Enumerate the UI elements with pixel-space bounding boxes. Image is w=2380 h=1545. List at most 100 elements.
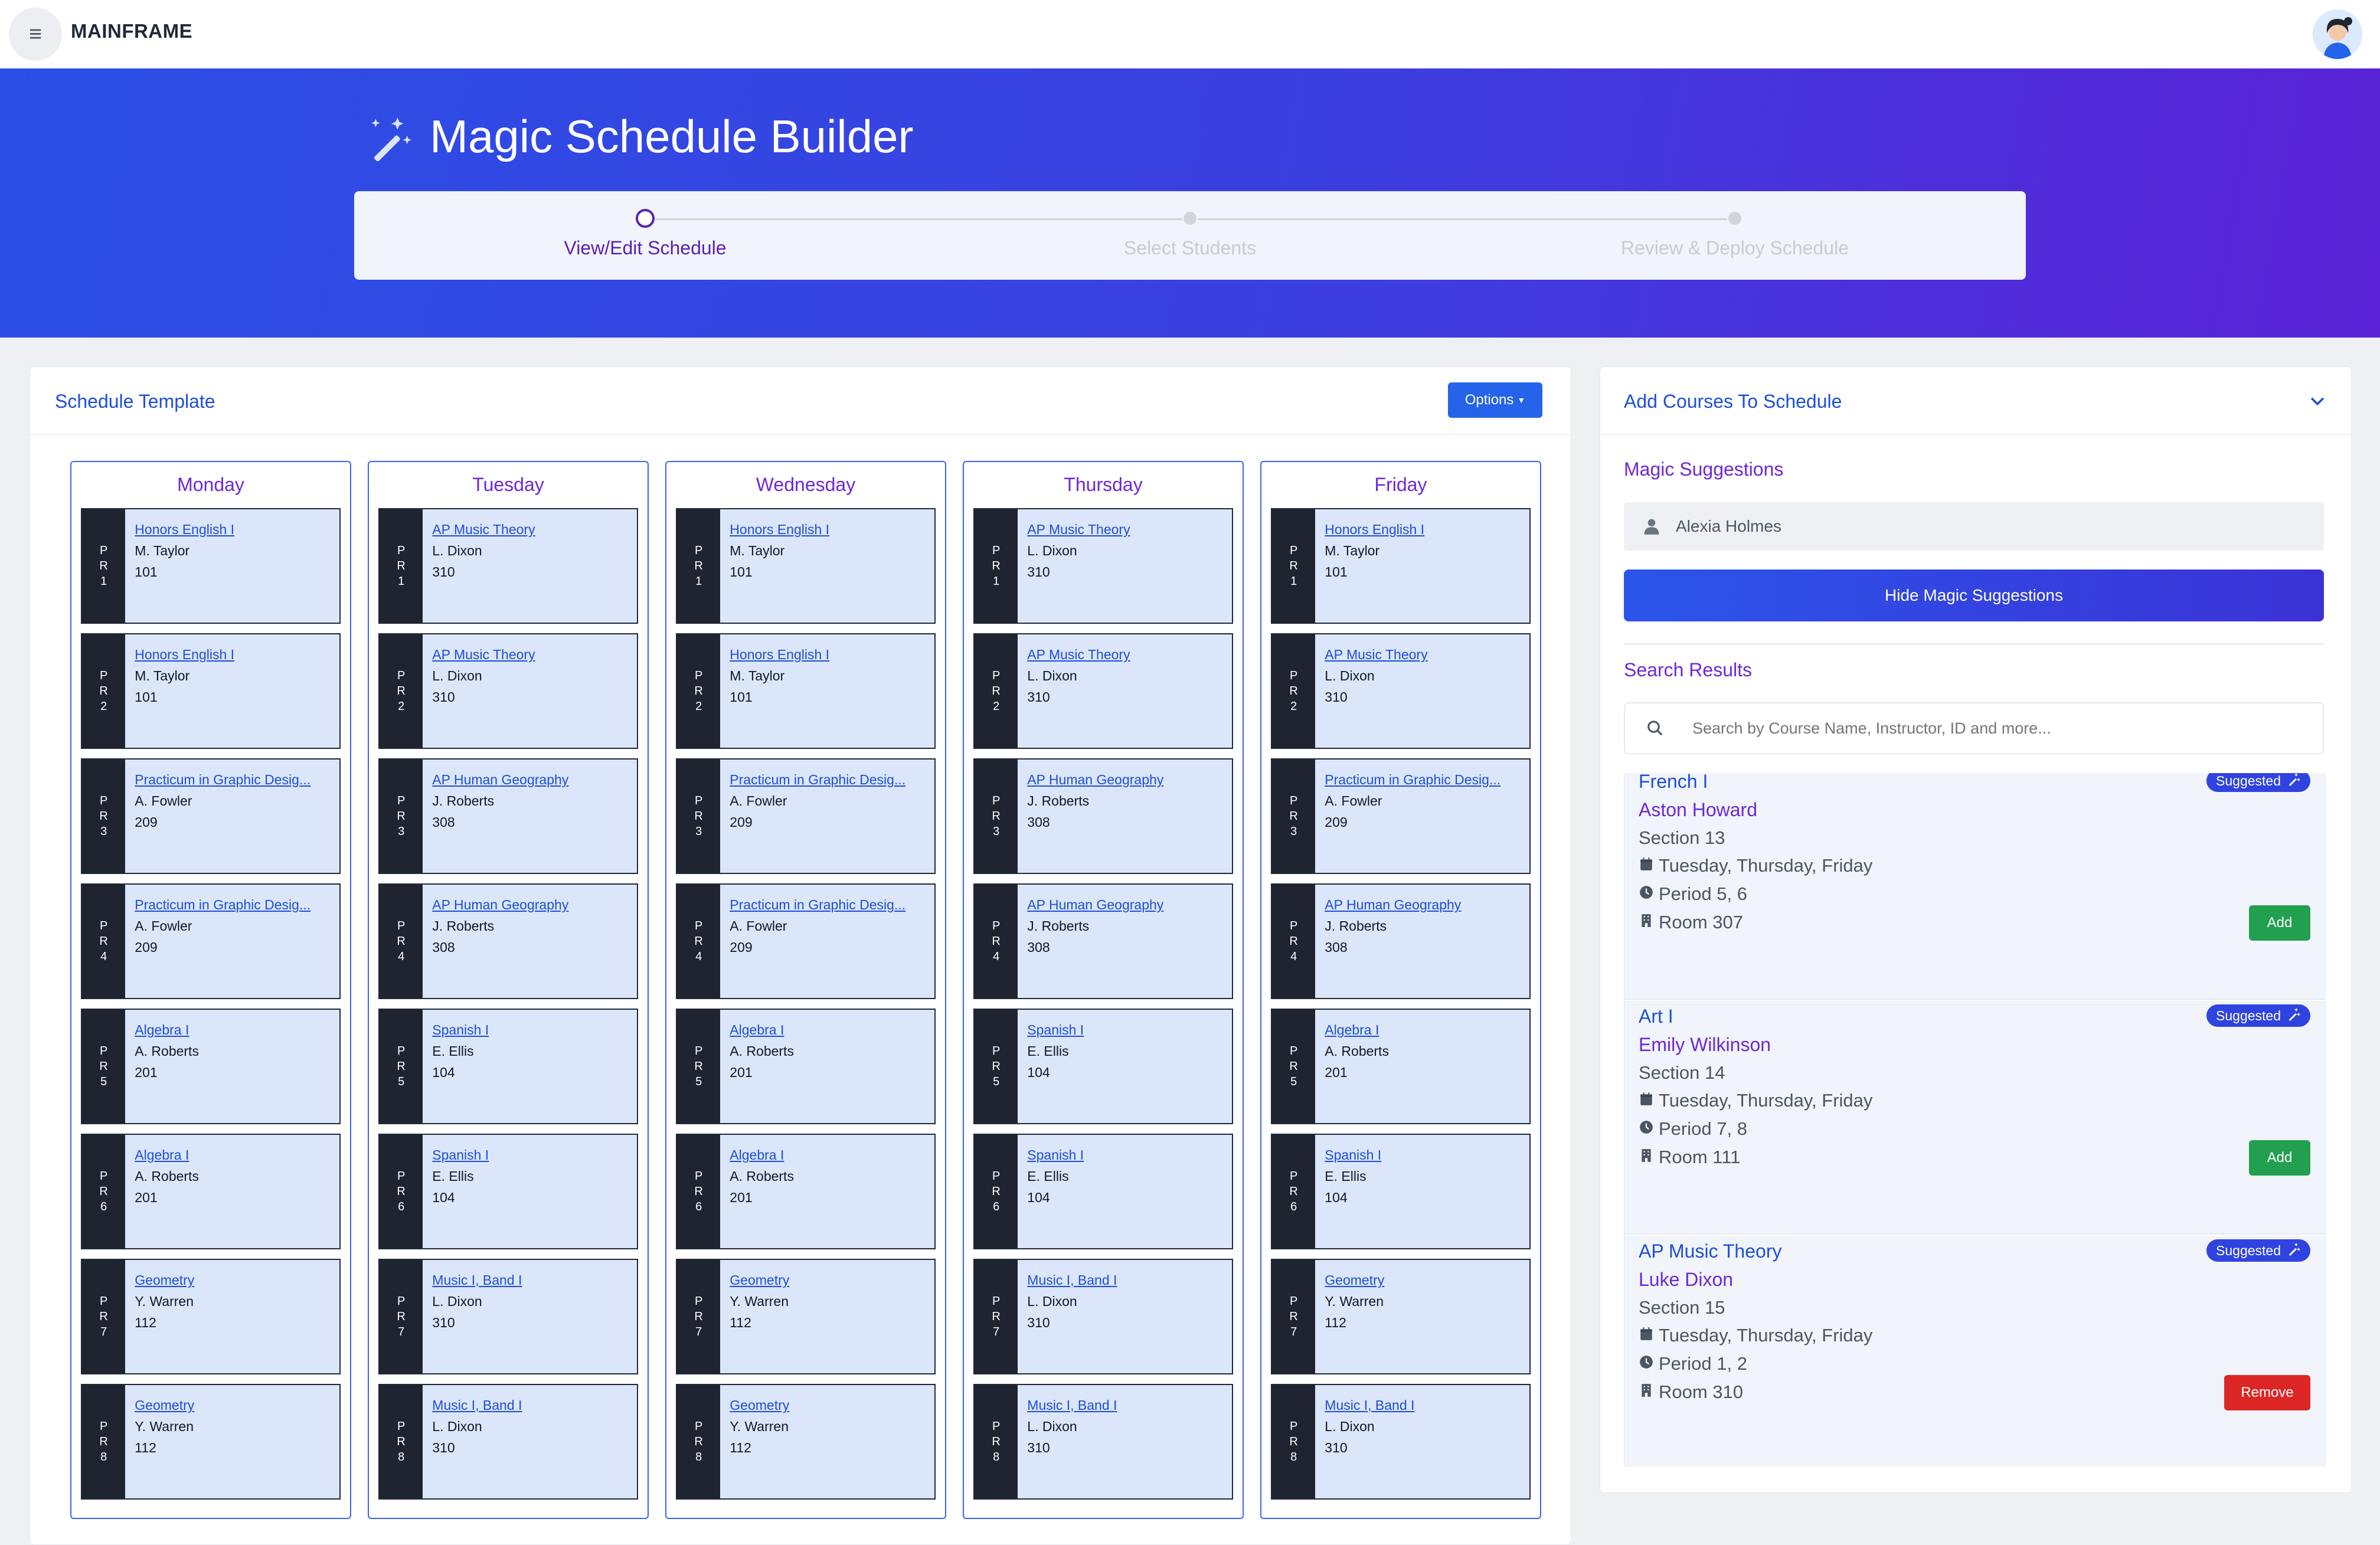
course-link[interactable]: Honors English I — [135, 644, 339, 665]
course-link[interactable]: AP Human Geography — [432, 769, 637, 790]
period-cell[interactable]: P R 8 Music I, Band I L. Dixon 310 — [973, 1384, 1233, 1500]
period-cell[interactable]: P R 1 AP Music Theory L. Dixon 310 — [973, 508, 1233, 624]
period-cell[interactable]: P R 3 Practicum in Graphic Desig... A. Fowle… — [81, 758, 341, 874]
result-instructor[interactable]: Luke Dixon — [1639, 1269, 1733, 1291]
remove-course-button[interactable]: Remove — [2224, 1375, 2310, 1410]
period-cell[interactable]: P R 1 Honors English I M. Taylor 101 — [1271, 508, 1531, 624]
period-cell[interactable]: P R 6 Spanish I E. Ellis 104 — [1271, 1134, 1531, 1249]
chevron-down-icon[interactable] — [2307, 391, 2327, 416]
period-cell[interactable]: P R 3 Practicum in Graphic Desig... A. Fowle… — [1271, 758, 1531, 874]
period-cell[interactable]: P R 8 Music I, Band I L. Dixon 310 — [378, 1384, 638, 1500]
course-link[interactable]: AP Human Geography — [1325, 894, 1529, 915]
course-link[interactable]: AP Human Geography — [1027, 894, 1232, 915]
period-cell[interactable]: P R 5 Spanish I E. Ellis 104 — [378, 1009, 638, 1124]
period-cell[interactable]: P R 8 Music I, Band I L. Dixon 310 — [1271, 1384, 1531, 1500]
period-cell[interactable]: P R 7 Geometry Y. Warren 112 — [81, 1259, 341, 1374]
course-link[interactable]: Algebra I — [730, 1144, 934, 1166]
period-cell[interactable]: P R 1 Honors English I M. Taylor 101 — [81, 508, 341, 624]
period-cell[interactable]: P R 4 Practicum in Graphic Desig... A. Fowle… — [676, 883, 936, 999]
period-cell[interactable]: P R 2 Honors English I M. Taylor 101 — [676, 633, 936, 749]
course-link[interactable]: Spanish I — [432, 1144, 637, 1166]
course-link[interactable]: Geometry — [135, 1395, 339, 1416]
course-link[interactable]: Algebra I — [135, 1019, 339, 1040]
period-cell[interactable]: P R 2 AP Music Theory L. Dixon 310 — [378, 633, 638, 749]
period-cell[interactable]: P R 4 AP Human Geography J. Roberts 308 — [378, 883, 638, 999]
course-link[interactable]: Practicum in Graphic Desig... — [1325, 769, 1529, 790]
course-link[interactable]: Music I, Band I — [432, 1269, 637, 1291]
course-link[interactable]: Algebra I — [135, 1144, 339, 1166]
period-cell[interactable]: P R 2 AP Music Theory L. Dixon 310 — [973, 633, 1233, 749]
period-cell[interactable]: P R 4 AP Human Geography J. Roberts 308 — [973, 883, 1233, 999]
course-link[interactable]: AP Music Theory — [1027, 644, 1232, 665]
course-link[interactable]: Honors English I — [135, 519, 339, 540]
course-link[interactable]: Practicum in Graphic Desig... — [730, 894, 934, 915]
course-link[interactable]: Spanish I — [432, 1019, 637, 1040]
add-course-button[interactable]: Add — [2249, 1140, 2310, 1176]
course-link[interactable]: AP Human Geography — [432, 894, 637, 915]
course-link[interactable]: Geometry — [1325, 1269, 1529, 1291]
period-cell[interactable]: P R 7 Music I, Band I L. Dixon 310 — [378, 1259, 638, 1374]
course-link[interactable]: Honors English I — [730, 644, 934, 665]
period-cell[interactable]: P R 4 Practicum in Graphic Desig... A. Fowle… — [81, 883, 341, 999]
selected-student-field[interactable]: Alexia Holmes — [1624, 502, 2324, 551]
result-instructor[interactable]: Aston Howard — [1639, 799, 1757, 821]
course-link[interactable]: Algebra I — [730, 1019, 934, 1040]
result-instructor[interactable]: Emily Wilkinson — [1639, 1034, 1771, 1056]
course-search-box[interactable] — [1624, 702, 2324, 754]
period-cell[interactable]: P R 6 Algebra I A. Roberts 201 — [676, 1134, 936, 1249]
result-course-name[interactable]: Art I — [1639, 1006, 1673, 1027]
period-cell[interactable]: P R 2 Honors English I M. Taylor 101 — [81, 633, 341, 749]
course-link[interactable]: Music I, Band I — [1027, 1395, 1232, 1416]
course-link[interactable]: Music I, Band I — [1027, 1269, 1232, 1291]
period-cell[interactable]: P R 7 Geometry Y. Warren 112 — [676, 1259, 936, 1374]
options-button[interactable]: Options ▼ — [1448, 382, 1542, 418]
hide-magic-suggestions-button[interactable]: Hide Magic Suggestions — [1624, 569, 2324, 621]
period-cell[interactable]: P R 8 Geometry Y. Warren 112 — [81, 1384, 341, 1500]
room-number: 308 — [432, 814, 455, 830]
result-course-name[interactable]: French I — [1639, 773, 1708, 793]
course-link[interactable]: AP Music Theory — [432, 644, 637, 665]
period-cell[interactable]: P R 4 AP Human Geography J. Roberts 308 — [1271, 883, 1531, 999]
period-cell[interactable]: P R 1 Honors English I M. Taylor 101 — [676, 508, 936, 624]
course-link[interactable]: Honors English I — [730, 519, 934, 540]
course-link[interactable]: AP Music Theory — [1027, 519, 1232, 540]
period-cell[interactable]: P R 5 Algebra I A. Roberts 201 — [1271, 1009, 1531, 1124]
period-cell[interactable]: P R 7 Music I, Band I L. Dixon 310 — [973, 1259, 1233, 1374]
course-link[interactable]: Geometry — [730, 1269, 934, 1291]
course-link[interactable]: Spanish I — [1027, 1019, 1232, 1040]
period-cell[interactable]: P R 3 AP Human Geography J. Roberts 308 — [378, 758, 638, 874]
period-cell[interactable]: P R 2 AP Music Theory L. Dixon 310 — [1271, 633, 1531, 749]
course-link[interactable]: Spanish I — [1325, 1144, 1529, 1166]
period-cell[interactable]: P R 5 Spanish I E. Ellis 104 — [973, 1009, 1233, 1124]
course-link[interactable]: Algebra I — [1325, 1019, 1529, 1040]
course-link[interactable]: Spanish I — [1027, 1144, 1232, 1166]
period-cell[interactable]: P R 6 Spanish I E. Ellis 104 — [973, 1134, 1233, 1249]
period-cell[interactable]: P R 3 AP Human Geography J. Roberts 308 — [973, 758, 1233, 874]
hamburger-menu-button[interactable]: ≡ — [9, 8, 62, 61]
period-cell[interactable]: P R 5 Algebra I A. Roberts 201 — [676, 1009, 936, 1124]
add-course-button[interactable]: Add — [2249, 905, 2310, 941]
search-input[interactable] — [1691, 718, 2225, 738]
course-link[interactable]: AP Music Theory — [1325, 644, 1529, 665]
panel-header[interactable]: Add Courses To Schedule — [1600, 367, 2351, 435]
course-link[interactable]: Music I, Band I — [432, 1395, 637, 1416]
course-link[interactable]: Geometry — [730, 1395, 934, 1416]
course-link[interactable]: Music I, Band I — [1325, 1395, 1529, 1416]
period-cell[interactable]: P R 5 Algebra I A. Roberts 201 — [81, 1009, 341, 1124]
period-cell[interactable]: P R 6 Spanish I E. Ellis 104 — [378, 1134, 638, 1249]
period-cell[interactable]: P R 1 AP Music Theory L. Dixon 310 — [378, 508, 638, 624]
course-link[interactable]: AP Human Geography — [1027, 769, 1232, 790]
course-link[interactable]: Practicum in Graphic Desig... — [135, 769, 339, 790]
search-results-list[interactable]: French I Aston Howard Section 13 Tuesday, T… — [1624, 773, 2325, 1467]
user-avatar[interactable] — [2313, 9, 2362, 59]
period-cell[interactable]: P R 6 Algebra I A. Roberts 201 — [81, 1134, 341, 1249]
course-link[interactable]: Honors English I — [1325, 519, 1529, 540]
course-link[interactable]: AP Music Theory — [432, 519, 637, 540]
result-course-name[interactable]: AP Music Theory — [1639, 1240, 1781, 1262]
course-link[interactable]: Practicum in Graphic Desig... — [730, 769, 934, 790]
course-link[interactable]: Practicum in Graphic Desig... — [135, 894, 339, 915]
period-cell[interactable]: P R 8 Geometry Y. Warren 112 — [676, 1384, 936, 1500]
period-cell[interactable]: P R 7 Geometry Y. Warren 112 — [1271, 1259, 1531, 1374]
period-cell[interactable]: P R 3 Practicum in Graphic Desig... A. Fowle… — [676, 758, 936, 874]
course-link[interactable]: Geometry — [135, 1269, 339, 1291]
